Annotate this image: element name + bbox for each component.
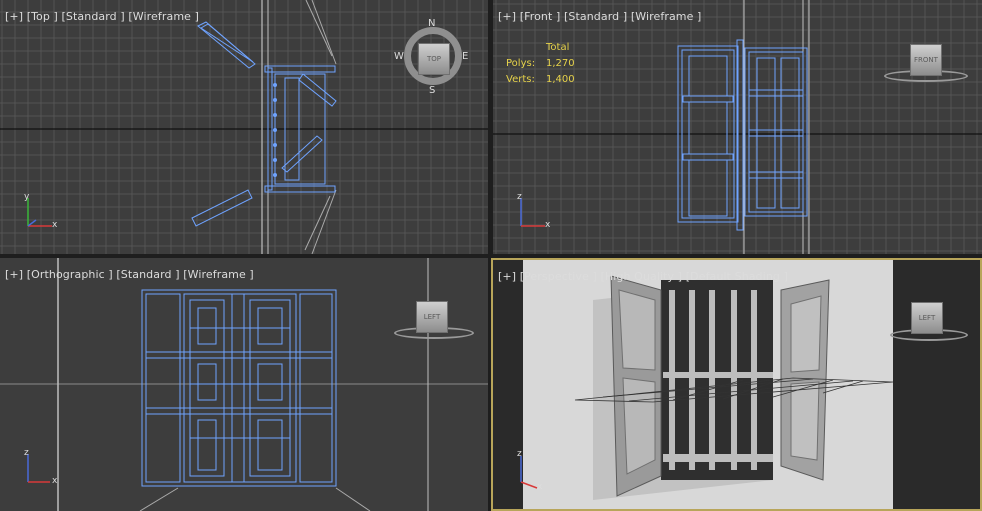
axis-tripod-front (520, 198, 545, 227)
axis-label-x: x (52, 220, 58, 230)
viewport-perspective[interactable]: [+] [Perspective ] [High Quality ] [Defa… (491, 258, 982, 511)
axis-tripod-persp (520, 456, 538, 489)
scene-statistics: Total Polys: 1,270 Verts: 1,400 (506, 40, 575, 88)
axis-label-x: x (545, 220, 551, 230)
viewcube-ortho[interactable]: LEFT (416, 301, 448, 333)
compass-north: N (428, 18, 436, 29)
viewport-label-perspective[interactable]: [+] [Perspective ] [High Quality ] [Defa… (498, 270, 788, 283)
viewcube-top[interactable]: TOP (418, 43, 450, 75)
viewport-label-orthographic[interactable]: [+] [Orthographic ] [Standard ] [Wirefra… (5, 268, 254, 281)
axis-label-z: z (517, 192, 522, 202)
axis-label-z: z (517, 449, 522, 459)
stats-polys-value: 1,270 (546, 58, 575, 69)
axis-tripod-ortho (27, 454, 50, 483)
axis-label-x: x (52, 476, 58, 486)
viewport-top[interactable]: [+] [Top ] [Standard ] [Wireframe ] TOP … (0, 0, 488, 254)
viewport-label-front[interactable]: [+] [Front ] [Standard ] [Wireframe ] (498, 10, 701, 23)
stats-header: Total (546, 42, 570, 53)
viewport-front[interactable]: [+] [Front ] [Standard ] [Wireframe ] To… (493, 0, 982, 254)
viewcube-persp[interactable]: LEFT (911, 302, 943, 334)
compass-east: E (462, 51, 469, 62)
compass-west: W (394, 51, 404, 62)
stats-verts-value: 1,400 (546, 74, 575, 85)
axis-label-y: y (24, 192, 30, 202)
stats-verts-label: Verts: (506, 74, 535, 85)
viewport-orthographic[interactable]: [+] [Orthographic ] [Standard ] [Wirefra… (0, 258, 488, 511)
axis-label-x: x (537, 482, 543, 492)
compass-south: S (429, 85, 436, 96)
viewcube-front[interactable]: FRONT (910, 44, 942, 76)
axis-label-z: z (24, 448, 29, 458)
viewport-label-top[interactable]: [+] [Top ] [Standard ] [Wireframe ] (5, 10, 199, 23)
stats-polys-label: Polys: (506, 58, 536, 69)
